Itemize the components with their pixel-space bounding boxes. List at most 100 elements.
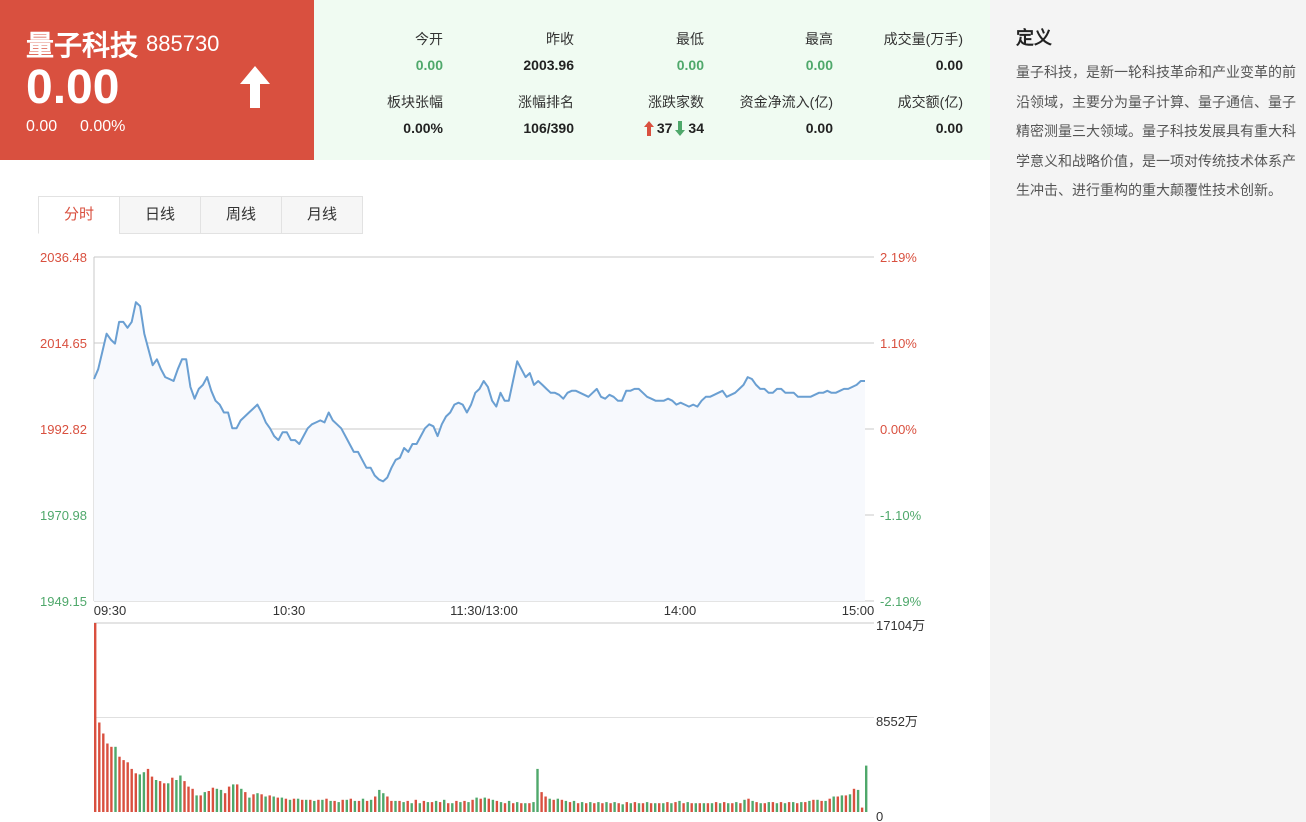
definition-title: 定义 (1016, 28, 1052, 48)
volume-bar (183, 781, 186, 812)
volume-bar (296, 798, 300, 812)
volume-bar (576, 803, 580, 812)
volume-bar (463, 800, 466, 812)
volume-bar (836, 796, 839, 812)
volume-bar (706, 803, 710, 812)
volume-bar (264, 796, 267, 812)
volume-bar (832, 796, 835, 812)
volume-bar (114, 746, 117, 812)
index-code: 885730 (146, 31, 220, 56)
volume-bar (382, 793, 385, 812)
volume-bar (227, 786, 231, 812)
volume-bar (313, 800, 316, 812)
volume-bar (731, 803, 734, 812)
x-tick-label: 15:00 (842, 603, 875, 618)
volume-bar (154, 780, 158, 812)
volume-bar (625, 802, 628, 812)
volume-bar (621, 804, 624, 812)
volume-bar (739, 803, 742, 812)
volume-bar (808, 800, 811, 812)
volume-bar (702, 803, 706, 812)
volume-bar (402, 802, 405, 812)
stat-value: 0.00 (935, 57, 963, 73)
volume-bar (422, 800, 426, 812)
volume-bar (816, 799, 819, 812)
volume-bar (682, 803, 685, 812)
stat-label: 成交量(万手) (883, 31, 963, 47)
volume-bar (199, 795, 202, 812)
tab-intraday[interactable]: 分时 (38, 196, 119, 234)
volume-bar (406, 800, 409, 812)
volume-bar (179, 775, 182, 812)
volume-bar (609, 803, 612, 812)
volume-bar (451, 803, 454, 812)
arrow-up-icon (643, 120, 654, 136)
volume-bar (516, 802, 519, 812)
pct-tick-label: 0.00% (880, 422, 917, 437)
volume-bar (694, 803, 697, 812)
volume-bar (507, 800, 511, 812)
volume-bar (568, 802, 572, 812)
volume-bar (658, 803, 661, 812)
tab-daily[interactable]: 日线 (119, 196, 200, 234)
current-price: 0.00 (26, 61, 120, 114)
volume-bar (118, 756, 121, 812)
volume-bar (369, 799, 373, 812)
tab-monthly[interactable]: 月线 (281, 196, 363, 234)
volume-bar (443, 799, 446, 812)
volume-bar (126, 762, 129, 812)
volume-bar (483, 797, 486, 812)
volume-bar (641, 803, 645, 812)
volume-bar (767, 802, 770, 812)
volume-bar (349, 798, 352, 812)
volume-bar (552, 799, 555, 812)
up-count: 37 (656, 120, 673, 136)
volume-bar (365, 800, 369, 812)
volume-bar (678, 800, 681, 812)
volume-bar (386, 796, 389, 812)
volume-bar (824, 800, 827, 812)
volume-bar (848, 794, 852, 812)
volume-bar (589, 802, 592, 812)
volume-bar (430, 802, 434, 812)
volume-bar (475, 797, 478, 812)
x-tick-label: 09:30 (94, 603, 127, 618)
volume-bar (459, 802, 462, 812)
volume-bar (727, 803, 730, 812)
tab-weekly[interactable]: 周线 (200, 196, 281, 234)
volume-bar (491, 799, 495, 812)
volume-bar (374, 796, 377, 812)
volume-bar (564, 800, 568, 812)
volume-bar (593, 803, 596, 812)
volume-bar (378, 789, 381, 812)
price-box: 量子科技 885730 0.00 0.00 0.00% (0, 0, 314, 160)
volume-bar (844, 795, 848, 812)
volume-bar (292, 798, 296, 812)
volume-bar (438, 802, 442, 812)
y-tick-label: 1970.98 (40, 508, 87, 523)
volume-bar (252, 794, 255, 812)
volume-bar (572, 800, 576, 812)
volume-bar (256, 793, 259, 812)
definition-text: 量子科技，是新一轮科技革命和产业变革的前沿领域，主要分为量子计算、量子通信、量子… (1016, 64, 1296, 198)
pct-tick-label: 2.19% (880, 250, 917, 265)
volume-bar (284, 798, 288, 812)
volume-bar (418, 803, 421, 812)
volume-bar (236, 784, 239, 812)
volume-bar (779, 802, 783, 812)
volume-bar (333, 800, 336, 812)
volume-bar (191, 788, 194, 812)
volume-tick-label: 17104万 (876, 618, 925, 633)
x-tick-label: 10:30 (273, 603, 306, 618)
volume-bar (524, 803, 527, 812)
volume-bar (394, 800, 397, 812)
volume-bar (686, 802, 689, 812)
y-tick-label: 2036.48 (40, 250, 87, 265)
stats-panel: 今开 0.00 昨收 2003.96 最低 0.00 最高 0.00 成交量(万… (314, 0, 990, 160)
volume-bar (98, 722, 101, 812)
volume-bar (167, 783, 170, 812)
volume-bar (735, 802, 738, 812)
volume-bar (763, 803, 766, 812)
volume-bar (321, 799, 324, 812)
volume-bar (276, 797, 279, 812)
